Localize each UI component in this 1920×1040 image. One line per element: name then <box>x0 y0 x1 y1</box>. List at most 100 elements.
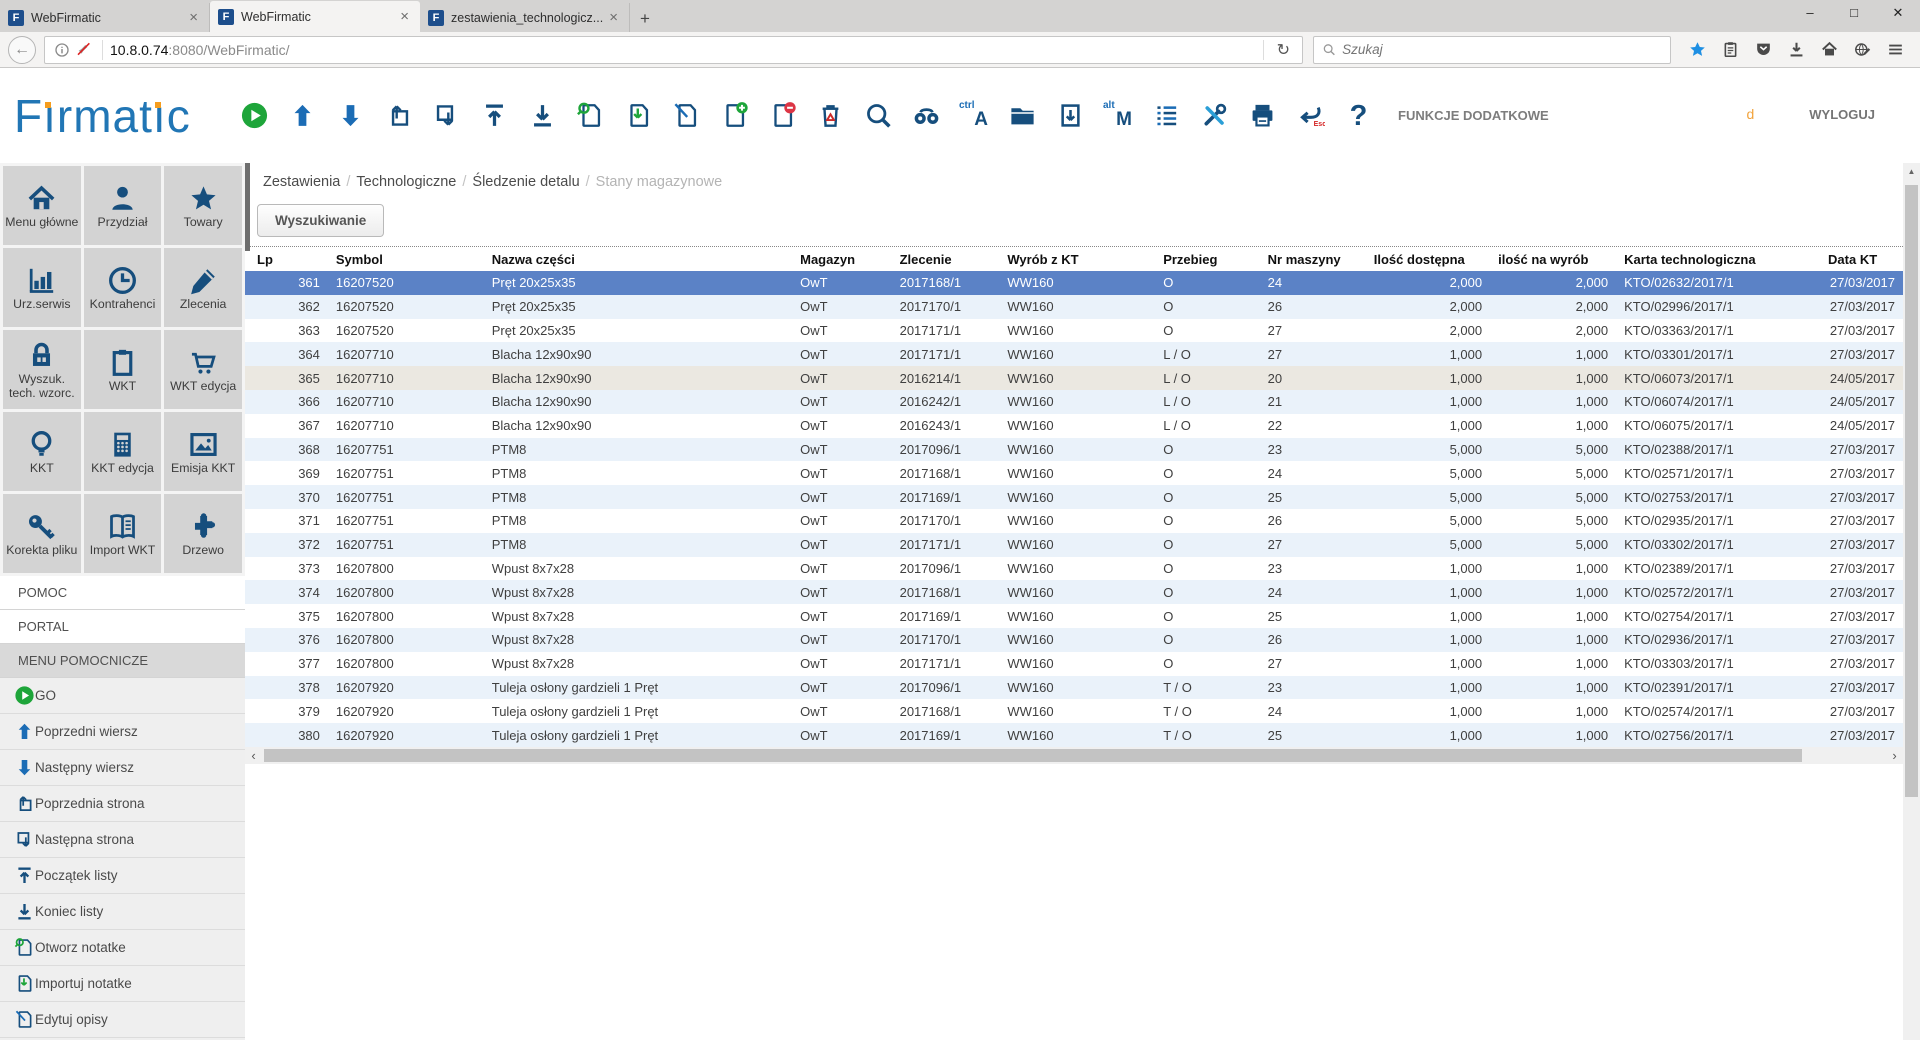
doc-add-icon[interactable] <box>719 100 750 131</box>
table-row[interactable]: 37816207920Tuleja osłony gardzieli 1 Prę… <box>245 676 1903 700</box>
sidebar-tile-key[interactable]: Korekta pliku <box>3 494 81 573</box>
table-row[interactable]: 36316207520Pręt 20x25x35OwT2017171/1WW16… <box>245 319 1903 343</box>
browser-search-input[interactable] <box>1342 42 1662 57</box>
col-header-10[interactable]: Karta technologiczna <box>1616 247 1820 271</box>
sidebar-tile-clipboard[interactable]: WKT <box>84 330 162 409</box>
help-icon[interactable]: ? <box>1343 100 1374 131</box>
sidebar-tile-bulb[interactable]: KKT <box>3 412 81 491</box>
col-header-0[interactable]: Lp <box>245 247 328 271</box>
sidebar-item-poprzedni-wiersz[interactable]: Poprzedni wiersz <box>0 714 245 750</box>
plugin-blocked-icon[interactable] <box>73 40 95 60</box>
breadcrumb-link-2[interactable]: Śledzenie detalu <box>472 174 579 190</box>
sidebar-section-pomoc[interactable]: POMOC <box>0 576 245 610</box>
sidebar-tile-lock[interactable]: Wyszuk. tech. wzorc. <box>3 330 81 409</box>
trash-icon[interactable] <box>815 100 846 131</box>
list-icon[interactable] <box>1151 100 1182 131</box>
col-header-2[interactable]: Nazwa części <box>484 247 792 271</box>
close-button[interactable]: ✕ <box>1876 0 1920 26</box>
vscroll-up-arrow[interactable]: ▲ <box>1903 163 1920 180</box>
pocket-icon[interactable] <box>1747 35 1780 65</box>
binoculars-icon[interactable] <box>911 100 942 131</box>
table-row[interactable]: 38016207920Tuleja osłony gardzieli 1 Prę… <box>245 723 1903 747</box>
print-icon[interactable] <box>1247 100 1278 131</box>
table-row[interactable]: 37216207751PTM8OwT2017171/1WW160O275,000… <box>245 533 1903 557</box>
table-row[interactable]: 36116207520Pręt 20x25x35OwT2017168/1WW16… <box>245 271 1903 295</box>
sidebar-item-otworz-notatke[interactable]: Otworz notatke <box>0 930 245 966</box>
folder-icon[interactable] <box>1007 100 1038 131</box>
page-actions-icon[interactable] <box>1846 35 1879 65</box>
breadcrumb-link-1[interactable]: Technologiczne <box>356 174 456 190</box>
home-icon[interactable] <box>1813 35 1846 65</box>
table-row[interactable]: 37316207800Wpust 8x7x28OwT2017096/1WW160… <box>245 557 1903 581</box>
sidebar-item-koniec-listy[interactable]: Koniec listy <box>0 894 245 930</box>
table-row[interactable]: 36216207520Pręt 20x25x35OwT2017170/1WW16… <box>245 295 1903 319</box>
sidebar-tile-clock[interactable]: Kontrahenci <box>84 248 162 327</box>
sidebar-tile-star[interactable]: Towary <box>164 166 242 245</box>
browser-search-box[interactable] <box>1313 36 1671 64</box>
sidebar-item-importuj-notatke[interactable]: Importuj notatke <box>0 966 245 1002</box>
sidebar-item-następny-wiersz[interactable]: Następny wiersz <box>0 750 245 786</box>
list-end-icon[interactable] <box>527 100 558 131</box>
sidebar-tile-pencil[interactable]: Zlecenia <box>164 248 242 327</box>
url-bar[interactable]: 10.8.0.74 :8080/WebFirmatic/ ↻ <box>44 36 1303 64</box>
table-row[interactable]: 36516207710Blacha 12x90x90OwT2016214/1WW… <box>245 366 1903 390</box>
hscroll-left-arrow[interactable]: ‹ <box>245 747 262 764</box>
sidebar-tile-book[interactable]: Import WKT <box>84 494 162 573</box>
note-import-icon[interactable] <box>623 100 654 131</box>
sidebar-tile-chart[interactable]: Urz.serwis <box>3 248 81 327</box>
back-button[interactable]: ← <box>8 36 36 64</box>
col-header-4[interactable]: Zlecenie <box>892 247 1000 271</box>
col-header-1[interactable]: Symbol <box>328 247 484 271</box>
hscroll-right-arrow[interactable]: › <box>1886 747 1903 764</box>
extra-functions-label[interactable]: FUNKCJE DODATKOWE <box>1398 108 1549 123</box>
tab-close-icon[interactable]: × <box>397 8 412 25</box>
note-open-icon[interactable] <box>575 100 606 131</box>
sidebar-tile-puzzle[interactable]: Drzewo <box>164 494 242 573</box>
new-tab-button[interactable]: + <box>630 6 660 32</box>
table-row[interactable]: 37416207800Wpust 8x7x28OwT2017168/1WW160… <box>245 580 1903 604</box>
page-prev-icon[interactable] <box>383 100 414 131</box>
doc-delete-icon[interactable] <box>767 100 798 131</box>
hscroll-thumb[interactable] <box>264 749 1802 762</box>
col-header-11[interactable]: Data KT <box>1820 247 1903 271</box>
sidebar-tile-person[interactable]: Przydział <box>84 166 162 245</box>
sidebar-item-następna-strona[interactable]: Następna strona <box>0 822 245 858</box>
table-row[interactable]: 37116207751PTM8OwT2017170/1WW160O265,000… <box>245 509 1903 533</box>
site-info-icon[interactable] <box>51 40 73 60</box>
table-row[interactable]: 37516207800Wpust 8x7x28OwT2017169/1WW160… <box>245 604 1903 628</box>
browser-tab-0[interactable]: F WebFirmatic × <box>0 3 210 32</box>
browser-tab-2[interactable]: F zestawienia_technologicz... × <box>420 3 630 32</box>
table-row[interactable]: 37916207920Tuleja osłony gardzieli 1 Prę… <box>245 699 1903 723</box>
col-header-9[interactable]: ilość na wyrób <box>1490 247 1616 271</box>
row-down-icon[interactable] <box>335 100 366 131</box>
col-header-7[interactable]: Nr maszyny <box>1260 247 1366 271</box>
bookmark-star-icon[interactable] <box>1681 35 1714 65</box>
table-row[interactable]: 36816207751PTM8OwT2017096/1WW160O235,000… <box>245 438 1903 462</box>
browser-tab-1[interactable]: F WebFirmatic × <box>210 1 420 32</box>
table-row[interactable]: 37016207751PTM8OwT2017169/1WW160O255,000… <box>245 485 1903 509</box>
sidebar-tile-image[interactable]: Emisja KKT <box>164 412 242 491</box>
save-icon[interactable] <box>1055 100 1086 131</box>
sidebar-tile-calculator[interactable]: KKT edycja <box>84 412 162 491</box>
page-next-icon[interactable] <box>431 100 462 131</box>
downloads-icon[interactable] <box>1780 35 1813 65</box>
sidebar-item-poprzednia-strona[interactable]: Poprzednia strona <box>0 786 245 822</box>
bookmarks-clipboard-icon[interactable] <box>1714 35 1747 65</box>
maximize-button[interactable]: □ <box>1832 0 1876 26</box>
breadcrumb-link-0[interactable]: Zestawienia <box>263 174 340 190</box>
edit-descriptions-icon[interactable] <box>671 100 702 131</box>
sidebar-tile-cart[interactable]: WKT edycja <box>164 330 242 409</box>
table-row[interactable]: 36416207710Blacha 12x90x90OwT2017171/1WW… <box>245 342 1903 366</box>
table-row[interactable]: 36916207751PTM8OwT2017168/1WW160O245,000… <box>245 461 1903 485</box>
row-up-icon[interactable] <box>287 100 318 131</box>
sidebar-tile-home[interactable]: Menu główne <box>3 166 81 245</box>
run-icon[interactable] <box>239 100 270 131</box>
col-header-6[interactable]: Przebieg <box>1155 247 1259 271</box>
sidebar-item-edytuj-opisy[interactable]: Edytuj opisy <box>0 1002 245 1038</box>
table-row[interactable]: 37616207800Wpust 8x7x28OwT2017170/1WW160… <box>245 628 1903 652</box>
key-combo-ctrl-a-icon[interactable]: ctrlA <box>959 100 990 131</box>
col-header-8[interactable]: Ilość dostępna <box>1366 247 1490 271</box>
sidebar-item-początek-listy[interactable]: Początek listy <box>0 858 245 894</box>
table-row[interactable]: 36616207710Blacha 12x90x90OwT2016242/1WW… <box>245 390 1903 414</box>
sidebar-item-go[interactable]: GO <box>0 678 245 714</box>
